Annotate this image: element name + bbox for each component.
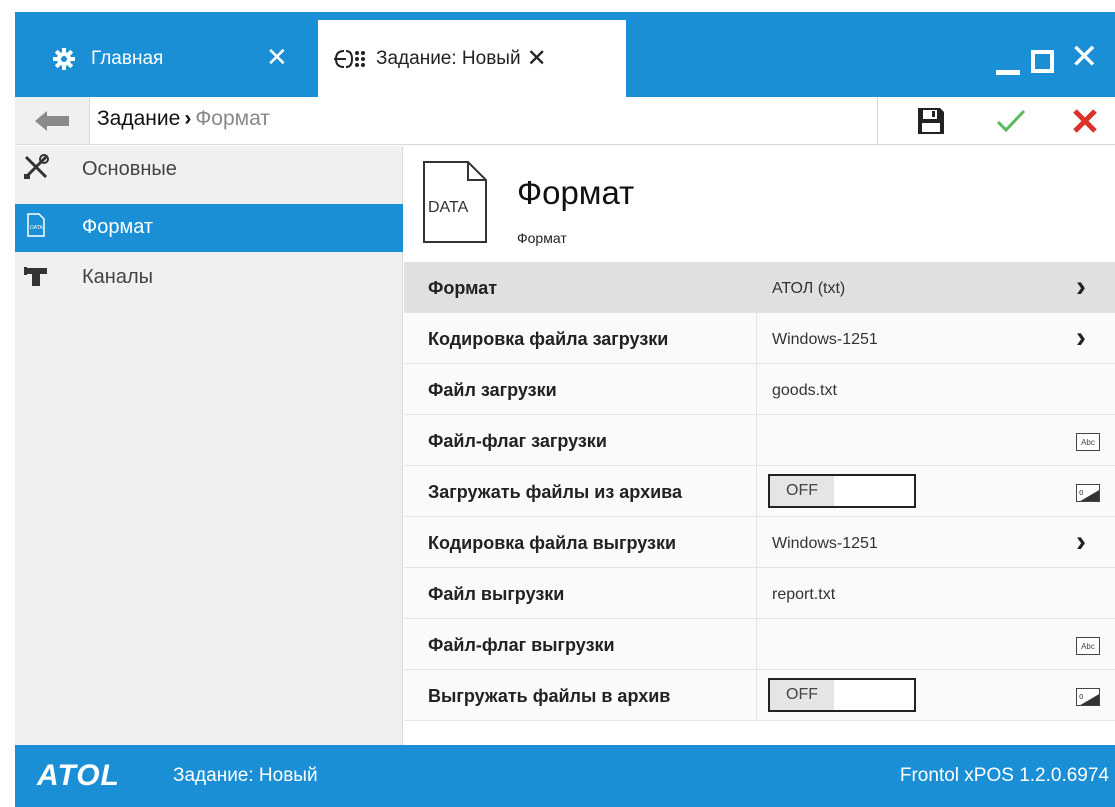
tab-home-close-icon[interactable]: ✕ — [266, 42, 288, 73]
tab-task-close-icon[interactable]: ✕ — [527, 44, 547, 73]
setting-row-import-flag-file[interactable]: Файл-флаг загрузки Abc — [404, 415, 1115, 466]
maximize-icon[interactable] — [1031, 50, 1054, 73]
import-archive-toggle[interactable]: OFF — [768, 474, 916, 508]
export-archive-toggle[interactable]: OFF — [768, 678, 916, 712]
status-task-name: Задание: Новый — [173, 765, 318, 786]
column-divider — [756, 313, 757, 363]
column-divider — [756, 568, 757, 618]
atol-logo: ATOL — [37, 759, 120, 792]
setting-label: Выгружать файлы в архив — [428, 686, 671, 706]
main-panel: DATA Формат Формат Формат АТОЛ (txt) › К… — [404, 146, 1115, 745]
tab-home[interactable]: Главная ✕ — [15, 20, 303, 97]
setting-label: Файл выгрузки — [428, 584, 565, 604]
setting-row-import-from-archive[interactable]: Загружать файлы из архива OFF 0 — [404, 466, 1115, 517]
setting-label: Файл-флаг выгрузки — [428, 635, 615, 655]
column-divider — [756, 619, 757, 669]
setting-row-export-to-archive[interactable]: Выгружать файлы в архив OFF 0 — [404, 670, 1115, 721]
svg-text:DATA: DATA — [30, 225, 43, 231]
boolean-icon: 0 — [1076, 688, 1100, 706]
toggle-state: OFF — [770, 680, 834, 710]
cancel-icon — [1073, 108, 1097, 133]
sidebar-item-label: Основные — [82, 158, 177, 180]
text-field-icon: Abc — [1076, 433, 1100, 451]
boolean-icon: 0 — [1076, 484, 1100, 502]
tab-task-label: Задание: Новый — [376, 47, 521, 69]
gear-icon — [53, 47, 75, 70]
window-close-icon[interactable]: ✕ — [1070, 40, 1099, 74]
chevron-right-icon[interactable]: › — [1076, 527, 1086, 557]
text-field-icon: Abc — [1076, 637, 1100, 655]
exchange-icon — [332, 48, 368, 70]
breadcrumb-item-task[interactable]: Задание — [97, 107, 180, 130]
column-divider — [756, 517, 757, 567]
pipe-icon — [24, 267, 47, 286]
tab-task[interactable]: Задание: Новый ✕ — [318, 20, 626, 97]
setting-row-import-encoding[interactable]: Кодировка файла загрузки Windows-1251 › — [404, 313, 1115, 364]
header-icon-text: DATA — [428, 199, 469, 216]
toolbar-divider — [877, 97, 878, 144]
tab-home-label: Главная — [91, 47, 164, 69]
settings-list: Формат АТОЛ (txt) › Кодировка файла загр… — [404, 262, 1115, 721]
page-title: Формат — [517, 174, 635, 211]
data-file-icon: DATA — [27, 213, 45, 237]
sidebar-item-label: Формат — [82, 216, 154, 238]
setting-row-export-encoding[interactable]: Кодировка файла выгрузки Windows-1251 › — [404, 517, 1115, 568]
page-subtitle: Формат — [517, 230, 567, 246]
setting-label: Файл загрузки — [428, 380, 557, 400]
sidebar-item-label: Каналы — [82, 266, 153, 288]
checkmark-icon — [996, 109, 1026, 132]
setting-label: Кодировка файла загрузки — [428, 329, 669, 349]
title-bar: Главная ✕ Задание: Новый ✕ ✕ — [0, 0, 1115, 97]
setting-label: Файл-флаг загрузки — [428, 431, 607, 451]
sidebar-item-main[interactable]: Основные — [15, 146, 403, 194]
setting-value: Windows-1251 — [772, 331, 878, 348]
confirm-button[interactable] — [981, 97, 1041, 144]
save-icon — [918, 107, 944, 134]
breadcrumb-item-format: Формат — [195, 107, 270, 130]
sidebar-item-format[interactable]: DATA Формат — [15, 204, 403, 252]
chevron-right-icon[interactable]: › — [1076, 272, 1086, 302]
status-version: Frontol xPOS 1.2.0.6974 — [899, 765, 1109, 786]
cancel-button[interactable] — [1055, 97, 1115, 144]
setting-value[interactable]: goods.txt — [772, 382, 837, 400]
sidebar-item-channels[interactable]: Каналы — [15, 254, 403, 302]
minimize-icon[interactable] — [996, 70, 1020, 75]
chevron-right-icon[interactable]: › — [1076, 323, 1086, 353]
svg-text:0: 0 — [1079, 693, 1083, 701]
setting-row-export-flag-file[interactable]: Файл-флаг выгрузки Abc — [404, 619, 1115, 670]
setting-label: Формат — [428, 278, 498, 298]
status-bar: ATOL Задание: Новый Frontol xPOS 1.2.0.6… — [15, 745, 1115, 807]
breadcrumb: Задание › Формат — [97, 107, 270, 131]
sidebar: Основные DATA Формат Каналы — [15, 146, 403, 745]
setting-value[interactable]: report.txt — [772, 586, 835, 604]
setting-value: АТОЛ (txt) — [772, 280, 846, 297]
column-divider — [756, 670, 757, 720]
save-button[interactable] — [901, 97, 961, 144]
setting-row-import-file[interactable]: Файл загрузки goods.txt — [404, 364, 1115, 415]
column-divider — [756, 415, 757, 465]
toggle-state: OFF — [770, 476, 834, 506]
svg-text:0: 0 — [1079, 489, 1083, 497]
tools-icon — [24, 154, 49, 179]
setting-row-export-file[interactable]: Файл выгрузки report.txt — [404, 568, 1115, 619]
data-file-icon: DATA — [423, 161, 487, 243]
setting-label: Загружать файлы из архива — [428, 482, 682, 502]
arrow-left-icon — [35, 110, 69, 131]
setting-row-format[interactable]: Формат АТОЛ (txt) › — [404, 262, 1115, 313]
setting-value: Windows-1251 — [772, 535, 878, 552]
column-divider — [756, 364, 757, 414]
breadcrumb-separator: › — [184, 107, 192, 130]
toolbar: Задание › Формат — [15, 97, 1115, 145]
setting-label: Кодировка файла выгрузки — [428, 533, 677, 553]
column-divider — [756, 466, 757, 516]
back-button[interactable] — [15, 97, 90, 144]
